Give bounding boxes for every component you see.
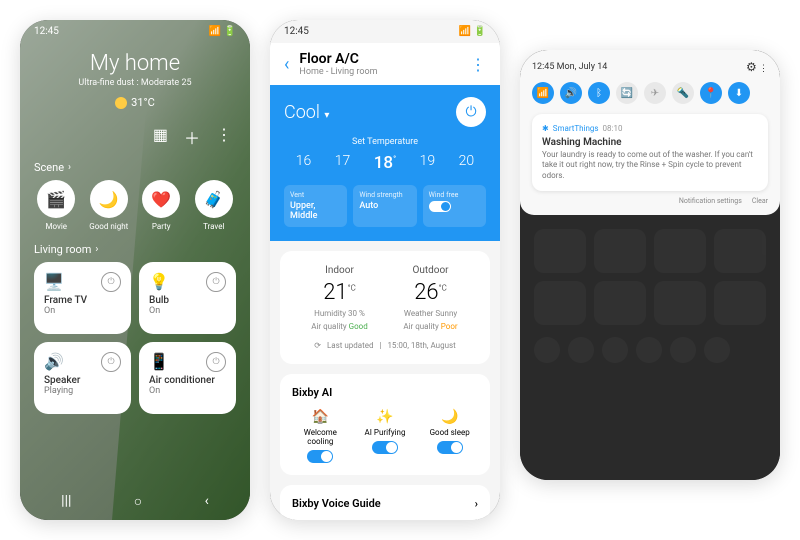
more-icon[interactable]: ⋮ <box>470 55 486 74</box>
home-title: My home <box>34 51 236 76</box>
status-time: 12:45 <box>284 26 309 37</box>
device-speaker[interactable]: 🔊SpeakerPlaying⏻ <box>34 342 131 414</box>
power-button[interactable]: ⏻ <box>206 352 226 372</box>
device-frame-tv[interactable]: 🖥️Frame TVOn⏻ <box>34 262 131 334</box>
setting-wind-strength[interactable]: Wind strengthAuto <box>353 185 416 227</box>
device-air-conditioner[interactable]: 📱Air conditionerOn⏻ <box>139 342 236 414</box>
temp-option-18[interactable]: 18° <box>374 153 396 173</box>
refresh-icon[interactable]: ⟳ <box>314 341 321 350</box>
indoor-aq: Air quality Good <box>294 322 385 331</box>
room-header[interactable]: Living room › <box>34 243 236 256</box>
scene-icon: 🎬 <box>37 180 75 218</box>
setting-wind-free[interactable]: Wind free <box>423 185 486 227</box>
device-bulb[interactable]: 💡BulbOn⏻ <box>139 262 236 334</box>
scene-party[interactable]: ❤️Party <box>139 180 184 231</box>
outdoor-weather: Weather Sunny <box>385 309 476 318</box>
set-temp-label: Set Temperature <box>284 137 486 147</box>
qs-sound[interactable]: 🔊 <box>560 82 582 104</box>
bixby-toggle[interactable] <box>437 441 463 454</box>
mode-selector[interactable]: Cool ▾ <box>284 102 329 123</box>
qs-location[interactable]: 📍 <box>700 82 722 104</box>
scene-movie[interactable]: 🎬Movie <box>34 180 79 231</box>
power-button[interactable]: ⏻ <box>101 352 121 372</box>
scene-icon: 🌙 <box>90 180 128 218</box>
devices-icon[interactable]: ▦ <box>153 125 168 149</box>
setting-vent[interactable]: VentUpper, Middle <box>284 185 347 227</box>
chevron-right-icon: › <box>68 162 71 173</box>
nav-recent[interactable]: ||| <box>61 493 71 510</box>
indoor-temp: 21°C <box>294 280 385 305</box>
power-button[interactable]: ⏻ <box>456 97 486 127</box>
notif-body: Your laundry is ready to come out of the… <box>542 150 758 181</box>
bixby-toggle[interactable] <box>307 450 333 463</box>
bixby-welcome-cooling: 🏠Welcome cooling <box>292 409 349 463</box>
back-icon[interactable]: ‹ <box>284 54 289 75</box>
notif-settings-link[interactable]: Notification settings <box>679 197 742 205</box>
page-subtitle: Home - Living room <box>299 67 460 77</box>
weather-row[interactable]: 31°C <box>34 96 236 109</box>
scene-icon: ❤️ <box>142 180 180 218</box>
windfree-toggle[interactable] <box>429 201 451 212</box>
qs-bluetooth[interactable]: ᛒ <box>588 82 610 104</box>
dimmed-background <box>520 215 780 377</box>
qs-airplane[interactable]: ✈ <box>644 82 666 104</box>
dust-subtitle: Ultra-fine dust : Moderate 25 <box>34 78 236 88</box>
indoor-label: Indoor <box>294 265 385 276</box>
qs-rotate[interactable]: 🔄 <box>616 82 638 104</box>
outdoor-aq: Air quality Poor <box>385 322 476 331</box>
qs-wifi[interactable]: 📶 <box>532 82 554 104</box>
chevron-right-icon: › <box>475 497 478 510</box>
chevron-right-icon: › <box>95 244 98 255</box>
outdoor-label: Outdoor <box>385 265 476 276</box>
updated-time: 15:00, 18th, August <box>387 341 455 350</box>
status-icons: 📶 🔋 <box>459 26 486 37</box>
bixby-ai-purifying: ✨AI Purifying <box>357 409 414 463</box>
updated-label: Last updated <box>327 341 374 350</box>
bixby-good-sleep: 🌙Good sleep <box>421 409 478 463</box>
voice-guide-row[interactable]: Bixby Voice Guide › <box>280 485 490 520</box>
status-datetime: 12:45 Mon, July 14 <box>532 62 607 72</box>
status-time: 12:45 <box>34 26 59 37</box>
more-icon[interactable]: ⋮ <box>759 64 768 74</box>
sun-icon <box>115 97 127 109</box>
notif-clear-button[interactable]: Clear <box>752 197 768 205</box>
temp-option-17[interactable]: 17 <box>335 153 351 173</box>
temperature: 31°C <box>131 96 155 109</box>
scene-good-night[interactable]: 🌙Good night <box>87 180 132 231</box>
nav-home[interactable]: ○ <box>134 493 142 510</box>
settings-icon[interactable]: ⚙ <box>746 60 757 74</box>
temp-option-16[interactable]: 16 <box>296 153 312 173</box>
nav-back[interactable]: ‹ <box>205 493 209 510</box>
bixby-toggle[interactable] <box>372 441 398 454</box>
indoor-humidity: Humidity 30 % <box>294 309 385 318</box>
scene-header[interactable]: Scene › <box>34 161 236 174</box>
qs-flashlight[interactable]: 🔦 <box>672 82 694 104</box>
add-icon[interactable]: ＋ <box>184 125 200 149</box>
outdoor-temp: 26°C <box>385 280 476 305</box>
smartthings-icon: ✱ <box>542 124 549 133</box>
notif-title: Washing Machine <box>542 137 758 148</box>
bixby-title: Bixby AI <box>292 386 478 399</box>
notif-app: SmartThings <box>553 124 599 133</box>
scene-travel[interactable]: 🧳Travel <box>192 180 237 231</box>
power-button[interactable]: ⏻ <box>101 272 121 292</box>
status-icons: 📶 🔋 <box>209 26 236 37</box>
power-button[interactable]: ⏻ <box>206 272 226 292</box>
page-title: Floor A/C <box>299 51 460 67</box>
more-icon[interactable]: ⋮ <box>216 125 232 149</box>
qs-extra[interactable]: ⬇ <box>728 82 750 104</box>
scene-icon: 🧳 <box>195 180 233 218</box>
notification-card[interactable]: ✱ SmartThings 08:10 Washing Machine Your… <box>532 114 768 191</box>
notif-time: 08:10 <box>603 124 623 133</box>
temp-option-20[interactable]: 20 <box>459 153 475 173</box>
temp-option-19[interactable]: 19 <box>420 153 436 173</box>
